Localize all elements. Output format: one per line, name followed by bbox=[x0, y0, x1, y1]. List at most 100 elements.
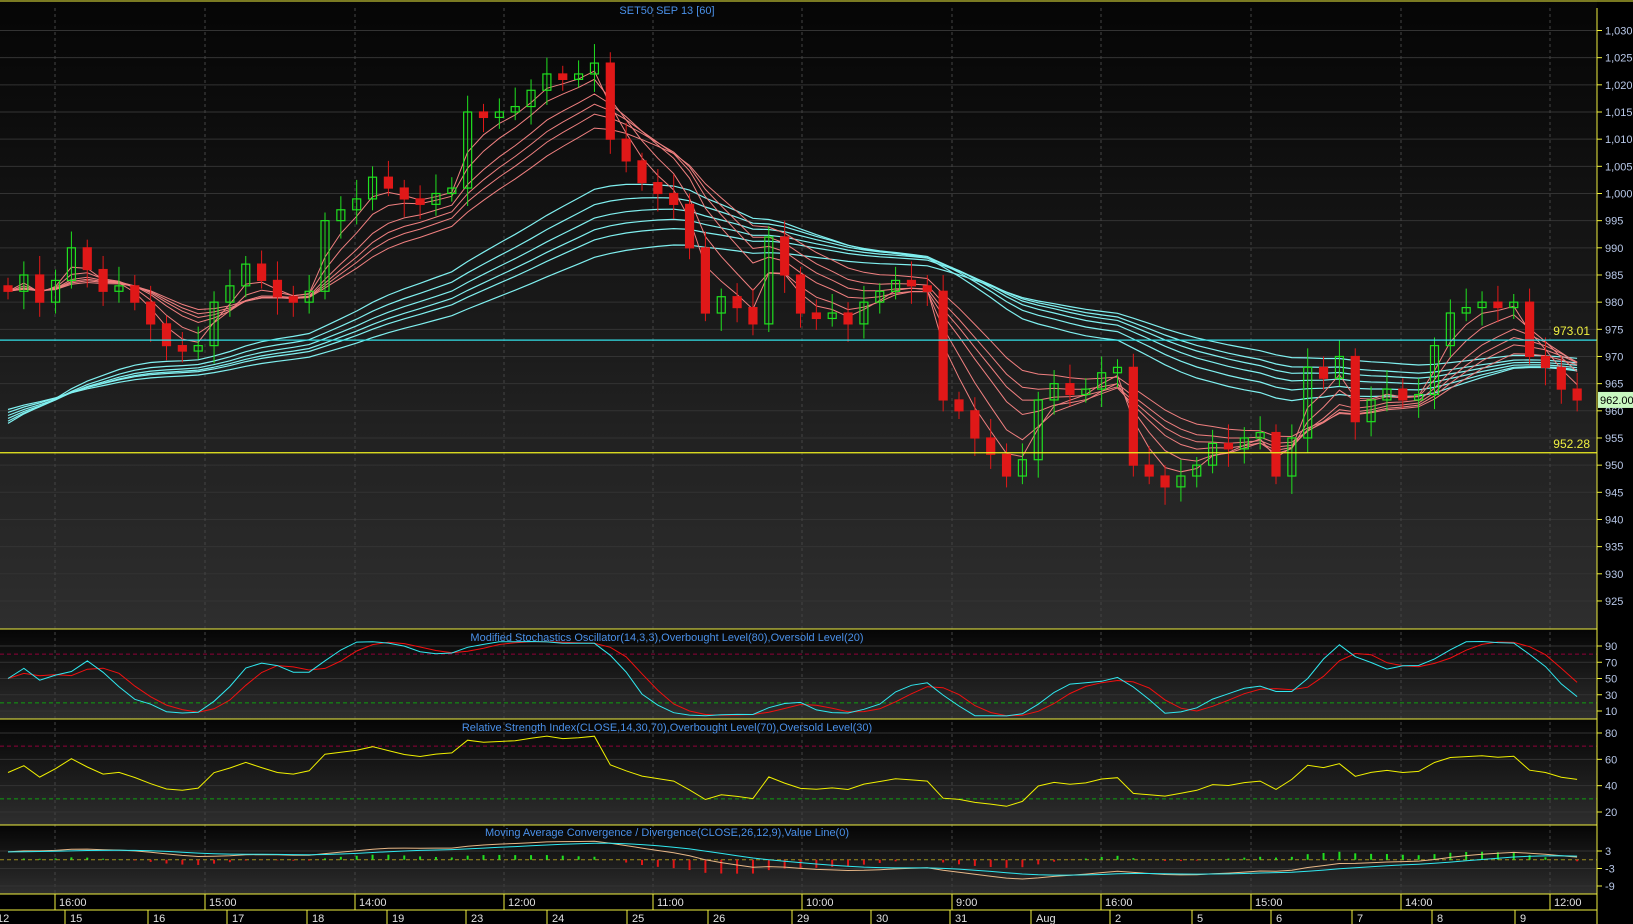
candle-down bbox=[1160, 475, 1170, 488]
candle-down bbox=[1001, 453, 1012, 477]
candle-down bbox=[415, 198, 425, 205]
y-tick-label: 1,005 bbox=[1605, 161, 1633, 173]
candle-down bbox=[146, 301, 156, 325]
stoch-tick-label: 30 bbox=[1605, 690, 1617, 702]
candle-down bbox=[1144, 464, 1154, 477]
candle-down bbox=[288, 296, 298, 303]
y-tick-label: 925 bbox=[1605, 596, 1623, 608]
time-label: 16:00 bbox=[1105, 897, 1133, 909]
candle-down bbox=[98, 268, 108, 292]
time-label: 9:00 bbox=[956, 897, 977, 909]
y-tick-label: 985 bbox=[1605, 270, 1623, 282]
stoch-title: Modified Stochastics Oscillator(14,3,3),… bbox=[470, 632, 863, 644]
date-label: 7 bbox=[1357, 913, 1363, 924]
date-label: 5 bbox=[1197, 913, 1203, 924]
candle-down bbox=[130, 285, 140, 303]
candle-down bbox=[1223, 442, 1234, 450]
candle-down bbox=[637, 160, 647, 184]
y-tick-label: 1,030 bbox=[1605, 26, 1633, 38]
candle-down bbox=[986, 437, 996, 455]
candle-down bbox=[653, 182, 663, 195]
candle-down bbox=[621, 138, 631, 162]
date-label: Aug bbox=[1036, 913, 1056, 924]
date-label: 25 bbox=[632, 913, 644, 924]
macd-tick-label: -9 bbox=[1605, 881, 1615, 893]
candle-down bbox=[954, 399, 964, 412]
horizontal-level-label: 952.28 bbox=[1553, 437, 1590, 451]
y-tick-label: 990 bbox=[1605, 243, 1623, 255]
candle-down bbox=[748, 306, 758, 325]
candle-down bbox=[906, 279, 917, 287]
stoch-tick-label: 10 bbox=[1605, 706, 1617, 718]
y-tick-label: 1,015 bbox=[1605, 107, 1633, 119]
y-tick-label: 1,020 bbox=[1605, 80, 1633, 92]
candle-down bbox=[780, 236, 790, 276]
date-label: 26 bbox=[713, 913, 725, 924]
y-tick-label: 950 bbox=[1605, 460, 1623, 472]
date-label: 23 bbox=[471, 913, 483, 924]
candle-down bbox=[1271, 431, 1281, 477]
rsi-panel bbox=[0, 719, 1597, 825]
candle-down bbox=[82, 247, 92, 271]
candle-down bbox=[700, 247, 711, 314]
date-label: 29 bbox=[797, 913, 809, 924]
stoch-tick-label: 90 bbox=[1605, 641, 1617, 653]
candle-down bbox=[970, 410, 980, 439]
date-label: 2 bbox=[1115, 913, 1121, 924]
candle-down bbox=[478, 111, 489, 119]
date-label: 30 bbox=[876, 913, 888, 924]
candle-down bbox=[843, 312, 853, 325]
y-tick-label: 940 bbox=[1605, 514, 1623, 526]
date-label: 6 bbox=[1276, 913, 1282, 924]
date-label: 12 bbox=[0, 913, 9, 924]
rsi-tick-label: 20 bbox=[1605, 807, 1617, 819]
chart-title: SET50 SEP 13 [60] bbox=[619, 5, 714, 17]
y-tick-label: 1,010 bbox=[1605, 134, 1633, 146]
candle-down bbox=[1318, 366, 1329, 379]
time-label: 14:00 bbox=[359, 897, 387, 909]
time-label: 15:00 bbox=[1255, 897, 1283, 909]
y-tick-label: 1,025 bbox=[1605, 53, 1633, 65]
time-label: 16:00 bbox=[59, 897, 87, 909]
candle-down bbox=[811, 312, 821, 320]
y-tick-label: 965 bbox=[1605, 379, 1623, 391]
candle-down bbox=[605, 62, 615, 140]
time-label: 11:00 bbox=[657, 897, 684, 909]
time-label: 10:00 bbox=[806, 897, 834, 909]
candle-down bbox=[177, 345, 187, 352]
date-label: 18 bbox=[312, 913, 324, 924]
candle-down bbox=[1398, 388, 1408, 401]
date-label: 9 bbox=[1520, 913, 1526, 924]
candle-down bbox=[732, 296, 742, 309]
y-tick-label: 1,000 bbox=[1605, 188, 1633, 200]
candle-down bbox=[1065, 383, 1075, 396]
rsi-tick-label: 80 bbox=[1605, 728, 1617, 740]
candle-down bbox=[1524, 301, 1535, 358]
candle-down bbox=[35, 274, 45, 303]
rsi-title: Relative Strength Index(CLOSE,14,30,70),… bbox=[462, 722, 872, 734]
candle-down bbox=[558, 73, 568, 80]
candle-down bbox=[399, 187, 409, 200]
y-tick-label: 975 bbox=[1605, 324, 1623, 336]
candle-down bbox=[1128, 366, 1138, 466]
candle-down bbox=[938, 290, 948, 401]
candle-down bbox=[3, 285, 13, 292]
time-label: 15:00 bbox=[209, 897, 237, 909]
y-tick-label: 935 bbox=[1605, 542, 1623, 554]
last-price-label: 962.00 bbox=[1600, 395, 1633, 407]
y-tick-label: 995 bbox=[1605, 216, 1623, 228]
stoch-tick-label: 70 bbox=[1605, 657, 1617, 669]
rsi-tick-label: 60 bbox=[1605, 754, 1617, 766]
candle-down bbox=[1572, 388, 1582, 401]
candle-down bbox=[1540, 355, 1551, 368]
y-tick-label: 930 bbox=[1605, 569, 1623, 581]
date-label: 31 bbox=[955, 913, 967, 924]
candle-down bbox=[684, 203, 695, 249]
macd-tick-label: 3 bbox=[1605, 846, 1611, 858]
y-tick-label: 970 bbox=[1605, 351, 1623, 363]
candle-down bbox=[922, 285, 932, 292]
horizontal-level-label: 973.01 bbox=[1553, 324, 1590, 338]
candle-down bbox=[161, 323, 172, 347]
macd-tick-label: -3 bbox=[1605, 864, 1615, 876]
candle-down bbox=[272, 279, 283, 298]
